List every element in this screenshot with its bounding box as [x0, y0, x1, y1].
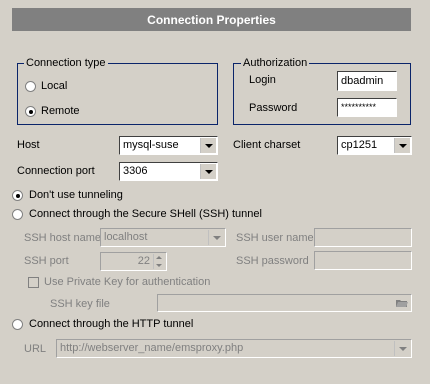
private-key-checkbox-box[interactable]	[28, 277, 39, 288]
local-radio[interactable]: Local	[25, 80, 145, 94]
http-tunnel-label: Connect through the HTTP tunnel	[29, 318, 194, 330]
ssh-port-stepper[interactable]	[153, 254, 165, 269]
ssh-host-name-select[interactable]: localhost	[100, 228, 226, 247]
ssh-password-label: SSH password	[236, 255, 309, 267]
url-label: URL	[24, 343, 47, 355]
no-tunnel-radio-indicator[interactable]	[12, 190, 23, 201]
connection-port-label: Connection port	[17, 165, 95, 177]
url-dropdown-button[interactable]	[394, 341, 410, 356]
remote-radio-indicator[interactable]	[25, 106, 36, 117]
dialog-title: Connection Properties	[12, 8, 411, 31]
remote-radio[interactable]: Remote	[25, 105, 145, 119]
host-select[interactable]: mysql-suse	[119, 136, 218, 155]
url-value: http://webserver_name/emsproxy.php	[60, 342, 244, 354]
chevron-down-icon	[398, 346, 407, 351]
client-charset-select[interactable]: cp1251	[337, 136, 412, 155]
login-label: Login	[249, 74, 276, 86]
chevron-down-icon	[398, 143, 407, 148]
client-charset-label: Client charset	[233, 139, 301, 151]
ssh-tunnel-label: Connect through the Secure SHell (SSH) t…	[29, 208, 262, 220]
connection-port-select[interactable]: 3306	[119, 162, 218, 181]
client-charset-value: cp1251	[341, 139, 378, 151]
ssh-host-name-label: SSH host name	[24, 232, 102, 244]
ssh-user-name-label: SSH user name	[236, 232, 314, 244]
password-label: Password	[249, 102, 298, 114]
ssh-port-label: SSH port	[24, 255, 69, 267]
ssh-host-name-value: localhost	[104, 231, 148, 243]
host-value: mysql-suse	[123, 139, 179, 151]
http-tunnel-radio[interactable]: Connect through the HTTP tunnel	[12, 318, 232, 332]
radio-selected-dot	[16, 194, 20, 198]
ssh-tunnel-radio-indicator[interactable]	[12, 209, 23, 220]
browse-key-file-button[interactable]	[394, 296, 410, 310]
chevron-down-icon	[212, 235, 221, 240]
private-key-checkbox[interactable]: Use Private Key for authentication	[28, 276, 248, 290]
connection-port-value: 3306	[123, 165, 148, 177]
local-radio-label: Local	[41, 80, 68, 92]
chevron-down-icon	[204, 169, 213, 174]
host-dropdown-button[interactable]	[200, 138, 216, 153]
ssh-key-file-field[interactable]	[157, 294, 412, 312]
remote-radio-label: Remote	[41, 105, 80, 117]
ssh-key-file-label: SSH key file	[50, 298, 110, 310]
ssh-password-field[interactable]	[314, 251, 412, 270]
connection-port-dropdown-button[interactable]	[200, 164, 216, 179]
radio-selected-dot	[29, 110, 33, 114]
local-radio-indicator[interactable]	[25, 81, 36, 92]
url-select[interactable]: http://webserver_name/emsproxy.php	[56, 339, 412, 358]
no-tunnel-label: Don't use tunneling	[29, 189, 123, 201]
host-label: Host	[17, 139, 40, 151]
ssh-host-dropdown-button[interactable]	[208, 230, 224, 245]
http-tunnel-radio-indicator[interactable]	[12, 319, 23, 330]
no-tunnel-radio[interactable]: Don't use tunneling	[12, 189, 192, 203]
ssh-port-value: 22	[137, 255, 150, 267]
folder-open-icon	[396, 300, 408, 307]
client-charset-dropdown-button[interactable]	[394, 138, 410, 153]
ssh-user-name-field[interactable]	[314, 228, 412, 247]
connection-type-legend: Connection type	[24, 57, 108, 69]
login-field[interactable]: dbadmin	[337, 71, 397, 91]
password-field[interactable]: **********	[337, 98, 397, 117]
ssh-tunnel-radio[interactable]: Connect through the Secure SHell (SSH) t…	[12, 208, 292, 222]
authorization-legend: Authorization	[241, 57, 310, 69]
arrow-up-icon	[156, 256, 162, 259]
ssh-port-spinner[interactable]: 22	[100, 252, 167, 271]
private-key-label: Use Private Key for authentication	[44, 276, 211, 288]
chevron-down-icon	[204, 143, 213, 148]
arrow-down-icon	[156, 264, 162, 267]
